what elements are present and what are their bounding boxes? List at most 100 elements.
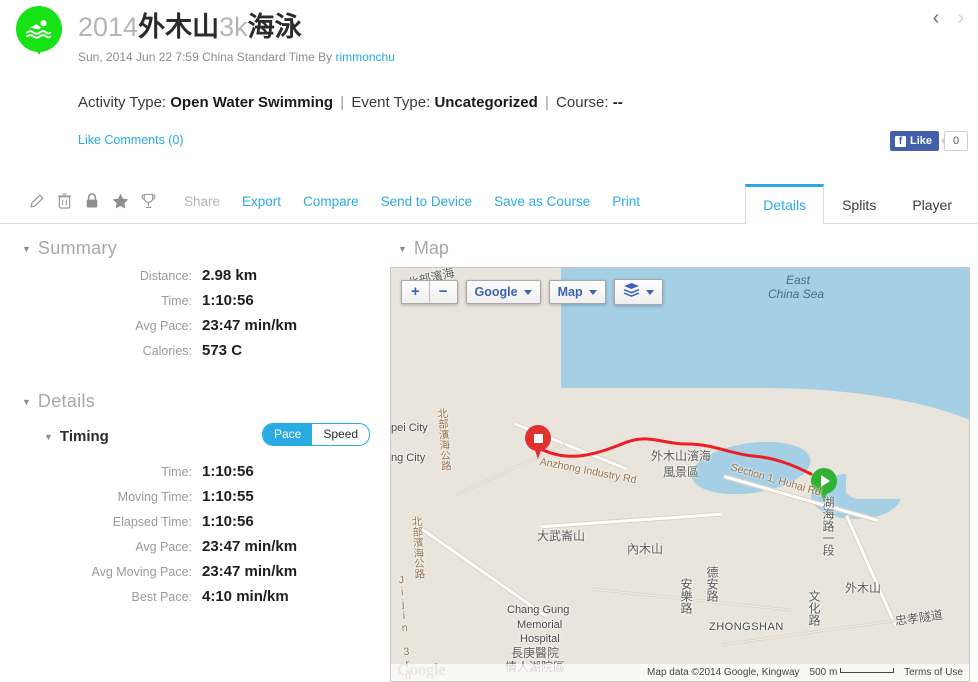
pace-speed-toggle[interactable]: Pace Speed bbox=[262, 423, 371, 446]
collapse-caret-icon[interactable]: ▼ bbox=[398, 244, 407, 254]
summary-heading: Summary bbox=[37, 238, 118, 258]
stat-value: 1:10:56 bbox=[202, 292, 254, 309]
tab-player[interactable]: Player bbox=[894, 184, 970, 224]
stat-label: Avg Pace: bbox=[135, 540, 192, 554]
next-activity-icon[interactable]: › bbox=[957, 8, 964, 28]
save-as-course-link[interactable]: Save as Course bbox=[494, 194, 590, 209]
activity-map[interactable]: East China Sea 北部濱海 pei City ng City 北部濱… bbox=[390, 267, 970, 682]
activity-type-value: Open Water Swimming bbox=[170, 94, 334, 111]
map-provider-dropdown[interactable]: Google bbox=[465, 280, 541, 304]
map-scale-label: 500 m bbox=[809, 667, 838, 678]
star-icon[interactable] bbox=[106, 188, 134, 214]
delete-icon[interactable] bbox=[50, 188, 78, 214]
table-row: Elapsed Time: 1:10:56 bbox=[0, 513, 390, 530]
tab-details[interactable]: Details bbox=[745, 184, 825, 225]
map-label: Chang Gung bbox=[507, 604, 570, 616]
facebook-like-widget[interactable]: f Like 0 bbox=[889, 131, 968, 151]
print-link[interactable]: Print bbox=[612, 194, 640, 209]
map-label: 長庚醫院 bbox=[511, 646, 560, 660]
timing-subsection-header[interactable]: ▼ Timing Pace Speed bbox=[0, 420, 390, 451]
toggle-option-speed[interactable]: Speed bbox=[312, 424, 369, 445]
compare-link[interactable]: Compare bbox=[303, 194, 359, 209]
map-label: 安樂路 bbox=[679, 578, 693, 614]
timestamp-text: Sun, 2014 Jun 22 7:59 China Standard Tim… bbox=[78, 50, 336, 64]
activity-type-label: Activity Type: bbox=[78, 94, 167, 111]
details-section-header[interactable]: ▼ Details bbox=[0, 367, 390, 420]
map-controls[interactable]: + − Google Map bbox=[401, 279, 663, 305]
collapse-caret-icon[interactable]: ▼ bbox=[44, 432, 53, 442]
share-link[interactable]: Share bbox=[184, 194, 220, 209]
title-part-0: 2014 bbox=[78, 12, 139, 42]
table-row: Avg Pace: 23:47 min/km bbox=[0, 538, 390, 555]
table-row: Moving Time: 1:10:55 bbox=[0, 488, 390, 505]
map-headland bbox=[846, 453, 916, 499]
map-label: 風景區 bbox=[663, 465, 700, 479]
stat-value: 4:10 min/km bbox=[202, 588, 289, 605]
zoom-control-group[interactable]: + − bbox=[401, 280, 458, 304]
details-heading: Details bbox=[37, 391, 96, 411]
zoom-in-button[interactable]: + bbox=[402, 281, 429, 303]
map-label: ZHONGSHAN bbox=[709, 621, 784, 633]
map-provider-label: Google bbox=[474, 285, 518, 299]
stat-value: 23:47 min/km bbox=[202, 538, 298, 555]
previous-activity-icon[interactable]: ‹ bbox=[933, 8, 940, 28]
author-link[interactable]: rimmonchu bbox=[336, 50, 395, 64]
zoom-out-button[interactable]: − bbox=[428, 281, 457, 303]
lock-icon[interactable] bbox=[78, 188, 106, 214]
export-link[interactable]: Export bbox=[242, 194, 281, 209]
map-type-dropdown[interactable]: Map bbox=[548, 280, 606, 304]
tab-splits[interactable]: Splits bbox=[824, 184, 894, 224]
title-part-1: 外木山 bbox=[138, 12, 220, 42]
map-layers-dropdown[interactable] bbox=[613, 279, 663, 305]
action-toolbar: Share Export Compare Send to Device Save… bbox=[0, 173, 978, 225]
stat-value: 23:47 min/km bbox=[202, 317, 298, 334]
map-label: 湖海路一段 bbox=[821, 496, 835, 556]
map-label: pei City bbox=[391, 422, 428, 434]
summary-section-header[interactable]: ▼ Summary bbox=[0, 224, 390, 267]
social-row: Like Comments (0) f Like 0 bbox=[0, 131, 978, 155]
type-separator-1: | bbox=[340, 94, 345, 111]
activity-nav-arrows[interactable]: ‹ › bbox=[933, 8, 964, 28]
map-section-header[interactable]: ▼ Map bbox=[390, 238, 970, 267]
stat-label: Calories: bbox=[142, 344, 192, 358]
stat-row: Time: 1:10:56 bbox=[0, 292, 390, 309]
timing-heading: Timing bbox=[59, 428, 109, 445]
chevron-down-icon bbox=[588, 289, 597, 295]
map-label: 大武崙山 bbox=[537, 529, 586, 543]
collapse-caret-icon[interactable]: ▼ bbox=[22, 397, 31, 407]
stat-label: Moving Time: bbox=[117, 490, 192, 504]
terms-of-use-link[interactable]: Terms of Use bbox=[904, 667, 963, 678]
stat-label: Time: bbox=[161, 465, 192, 479]
map-label: China Sea bbox=[768, 287, 825, 301]
table-row: Avg Moving Pace: 23:47 min/km bbox=[0, 563, 390, 580]
trophy-icon[interactable] bbox=[134, 188, 162, 214]
like-comments-link[interactable]: Like Comments (0) bbox=[78, 133, 184, 147]
stat-label: Avg Moving Pace: bbox=[91, 565, 192, 579]
facebook-like-count: 0 bbox=[941, 131, 968, 151]
map-label: 外木山 bbox=[845, 581, 882, 595]
map-label: Memorial bbox=[517, 619, 563, 631]
facebook-like-button[interactable]: f Like bbox=[889, 131, 939, 151]
course-label: Course: bbox=[556, 94, 609, 111]
summary-stat-list: Distance: 2.98 km Time: 1:10:56 Avg Pace… bbox=[0, 267, 390, 359]
collapse-caret-icon[interactable]: ▼ bbox=[22, 244, 31, 254]
chevron-down-icon bbox=[523, 289, 532, 295]
send-to-device-link[interactable]: Send to Device bbox=[381, 194, 473, 209]
stat-row: Calories: 573 C bbox=[0, 342, 390, 359]
stat-value: 23:47 min/km bbox=[202, 563, 298, 580]
stats-panel: ▼ Summary Distance: 2.98 km Time: 1:10:5… bbox=[0, 224, 390, 682]
map-heading: Map bbox=[413, 238, 449, 258]
layers-icon bbox=[623, 282, 640, 302]
main-content: ▼ Summary Distance: 2.98 km Time: 1:10:5… bbox=[0, 224, 978, 682]
map-panel: ▼ Map East China Sea 北部濱海 pei City ng Ci… bbox=[390, 224, 978, 682]
toggle-option-pace[interactable]: Pace bbox=[263, 424, 313, 445]
toolbar-links: Share Export Compare Send to Device Save… bbox=[184, 194, 662, 209]
stat-label: Distance: bbox=[139, 269, 192, 283]
edit-icon[interactable] bbox=[22, 188, 50, 214]
stat-row: Avg Pace: 23:47 min/km bbox=[0, 317, 390, 334]
type-separator-2: | bbox=[544, 94, 549, 111]
map-label: 德安路 bbox=[705, 566, 719, 602]
map-label: ng City bbox=[391, 452, 426, 464]
facebook-icon: f bbox=[894, 135, 906, 147]
stat-value: 1:10:56 bbox=[202, 513, 254, 530]
